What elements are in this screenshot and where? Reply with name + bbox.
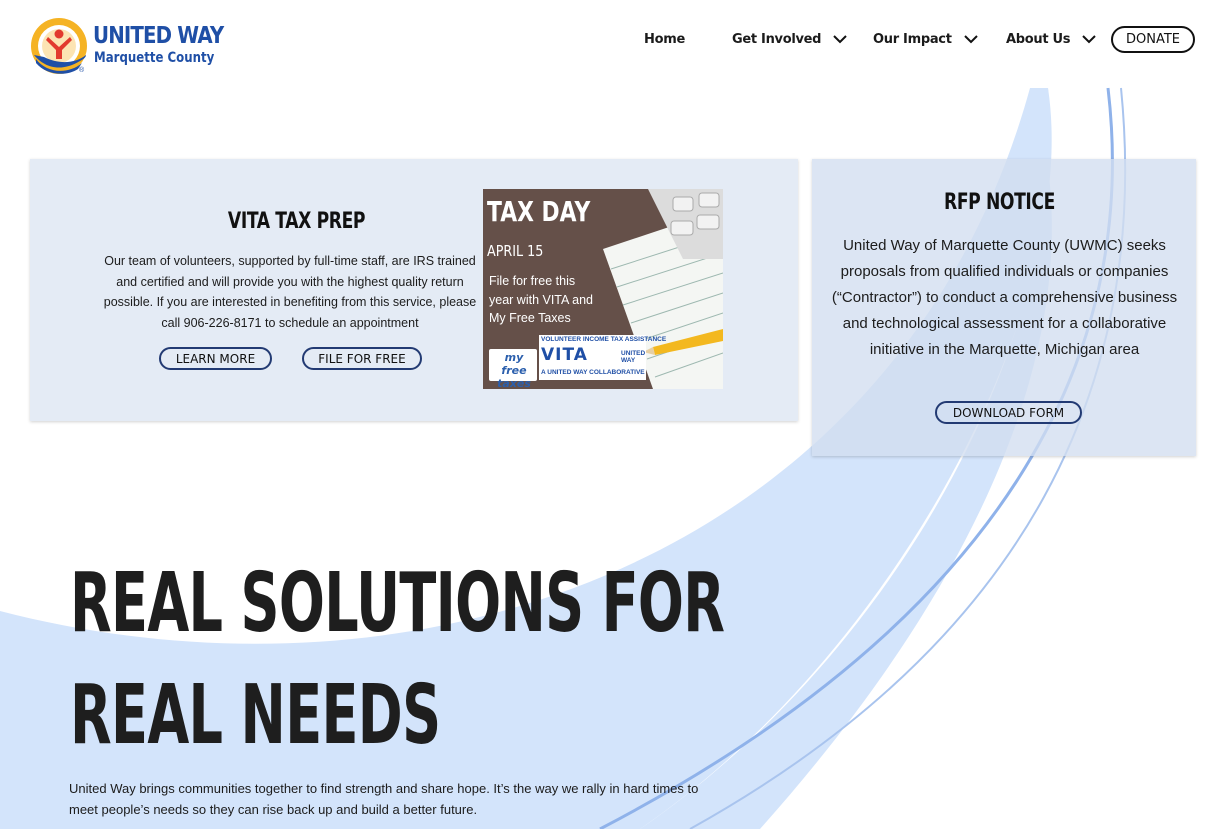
tax-day-body: File for free this year with VITA and My… (489, 274, 593, 325)
nav-item-get-involved[interactable]: Get Involved (732, 29, 847, 49)
site-header: UNITED WAY Marquette County ® Home Get I… (0, 0, 1226, 88)
tax-day-heading: TAX DAY (487, 195, 591, 228)
vita-card: VITA TAX PREP Our team of volunteers, su… (30, 159, 798, 421)
nav-item-our-impact[interactable]: Our Impact (873, 29, 978, 49)
hero-title: REAL SOLUTIONS FOR REAL NEEDS (70, 548, 725, 772)
chevron-down-icon (963, 35, 978, 44)
chevron-down-icon (833, 35, 847, 44)
nav-item-label: About Us (1006, 31, 1071, 47)
nav-item-label: Home (644, 31, 685, 47)
hero-title-line-2: REAL NEEDS (70, 668, 441, 763)
vita-band-top: VOLUNTEER INCOME TAX ASSISTANCE (541, 336, 667, 343)
file-for-free-button[interactable]: FILE FOR FREE (302, 347, 422, 370)
vita-band-united-way: UNITED WAY (621, 350, 646, 364)
tax-day-date: APRIL 15 (487, 242, 544, 260)
registered-mark: ® (79, 67, 85, 74)
nav-item-about-us[interactable]: About Us (1006, 29, 1096, 49)
vita-band-bottom: A UNITED WAY COLLABORATIVE (541, 369, 645, 376)
vita-card-body: Our team of volunteers, supported by ful… (103, 254, 477, 330)
main-nav: Home Get Involved Our Impact About Us (0, 29, 1226, 59)
tax-day-image[interactable]: TAX DAY APRIL 15 File for free this year… (483, 189, 723, 389)
nav-item-home[interactable]: Home (644, 29, 685, 49)
vita-band-logo-text: VITA (541, 345, 588, 365)
my-free-taxes-label: my free taxes (497, 351, 531, 389)
nav-item-label: Our Impact (873, 31, 952, 47)
hero-title-line-1: REAL SOLUTIONS FOR (70, 556, 725, 651)
nav-item-label: Get Involved (732, 31, 822, 47)
learn-more-button[interactable]: LEARN MORE (159, 347, 272, 370)
download-form-button[interactable]: DOWNLOAD FORM (935, 401, 1082, 424)
chevron-down-icon (1082, 35, 1096, 44)
rfp-card-title: RFP NOTICE (944, 190, 1055, 215)
rfp-card-body: United Way of Marquette County (UWMC) se… (831, 237, 1178, 358)
rfp-card: RFP NOTICE United Way of Marquette Count… (812, 159, 1196, 456)
vita-card-title: VITA TAX PREP (227, 209, 366, 234)
hero-body: United Way brings communities together t… (69, 781, 699, 817)
donate-button[interactable]: DONATE (1111, 26, 1195, 53)
